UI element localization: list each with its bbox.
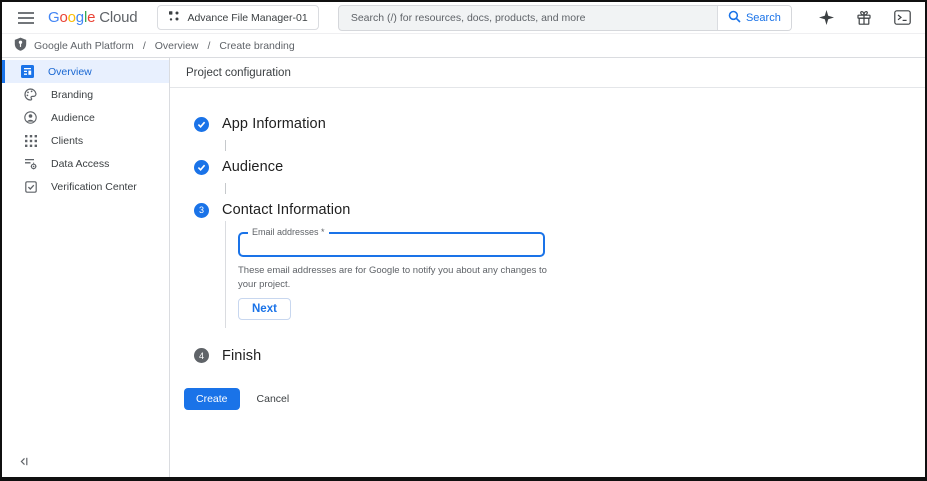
step-audience: Audience	[194, 159, 925, 175]
top-app-bar: Google Cloud Advance File Manager-01 Sea…	[2, 2, 925, 33]
breadcrumb: Google Auth Platform / Overview / Create…	[2, 33, 925, 58]
sidebar-item-label: Verification Center	[51, 180, 137, 193]
sidebar-item-verification-center[interactable]: Verification Center	[2, 175, 169, 198]
sidebar-item-clients[interactable]: Clients	[2, 129, 169, 152]
sidebar-item-label: Clients	[51, 134, 84, 147]
sidebar-item-label: Overview	[48, 65, 92, 78]
audience-person-icon	[24, 111, 37, 124]
logo-letter: G	[48, 9, 60, 26]
sidebar-item-overview[interactable]: Overview	[2, 60, 169, 83]
step-app-information: App Information	[194, 116, 925, 132]
setup-stepper: App Information Audience 3 Contact Infor…	[170, 88, 925, 364]
main-panel: Project configuration App Information Au…	[170, 58, 925, 477]
step-connector-line	[225, 140, 226, 151]
project-selector-label: Advance File Manager-01	[187, 11, 308, 24]
google-cloud-console-window: Google Cloud Advance File Manager-01 Sea…	[0, 0, 927, 481]
step-title: Finish	[222, 347, 262, 364]
sidebar-item-label: Audience	[51, 111, 95, 124]
project-configuration-content: App Information Audience 3 Contact Infor…	[170, 88, 925, 477]
page-title: Project configuration	[186, 66, 291, 79]
search-icon	[728, 10, 741, 26]
breadcrumb-separator: /	[142, 39, 146, 52]
step-title: Contact Information	[222, 202, 351, 218]
create-button[interactable]: Create	[184, 387, 240, 410]
breadcrumb-item-create-branding[interactable]: Create branding	[219, 40, 294, 52]
auth-platform-shield-icon	[14, 37, 27, 54]
breadcrumb-item-overview[interactable]: Overview	[155, 40, 199, 52]
gemini-sparkle-icon[interactable]	[818, 10, 834, 25]
step-finish: 4 Finish	[194, 348, 925, 364]
sidebar-item-label: Branding	[51, 88, 94, 101]
email-helper-text: These email addresses are for Google to …	[238, 265, 547, 290]
step-title: App Information	[222, 116, 326, 132]
search-button-label: Search	[745, 11, 781, 24]
global-search: Search	[337, 4, 792, 31]
email-addresses-field: Email addresses *	[238, 227, 545, 257]
hamburger-menu-icon[interactable]	[14, 6, 38, 30]
sidebar-item-data-access[interactable]: Data Access	[2, 152, 169, 175]
project-selector-button[interactable]: Advance File Manager-01	[157, 5, 319, 30]
left-nav-sidebar: Overview Branding Audience Clients Data …	[2, 58, 170, 477]
step-complete-check-icon	[194, 116, 209, 132]
sidebar-item-label: Data Access	[51, 157, 110, 170]
page-title-bar: Project configuration	[170, 58, 925, 88]
contact-information-form: Email addresses * These email addresses …	[225, 221, 925, 328]
email-addresses-input[interactable]	[240, 234, 543, 255]
logo-letter: o	[59, 9, 68, 26]
verification-center-icon	[24, 180, 37, 193]
clients-grid-icon	[24, 134, 37, 147]
step-connector-line	[225, 183, 226, 194]
logo-letter: g	[75, 9, 84, 26]
overview-dashboard-icon	[21, 65, 34, 78]
logo-letter: e	[87, 9, 96, 26]
project-icon	[168, 10, 180, 25]
data-access-icon	[24, 157, 37, 170]
collapse-sidebar-button[interactable]	[18, 456, 30, 467]
next-button[interactable]: Next	[238, 297, 291, 320]
logo-cloud-text: Cloud	[99, 9, 138, 26]
topbar-utility-icons	[818, 10, 911, 26]
search-button[interactable]: Search	[716, 5, 791, 30]
step-contact-information: 3 Contact Information	[194, 202, 925, 218]
sidebar-item-branding[interactable]: Branding	[2, 83, 169, 106]
branding-palette-icon	[24, 88, 37, 101]
breadcrumb-item-auth-platform[interactable]: Google Auth Platform	[34, 40, 134, 52]
cancel-button[interactable]: Cancel	[257, 393, 290, 405]
step-title: Audience	[222, 159, 284, 175]
sidebar-item-audience[interactable]: Audience	[2, 106, 169, 129]
gift-icon[interactable]	[856, 10, 872, 26]
form-actions: Create Cancel	[184, 387, 925, 410]
breadcrumb-separator: /	[207, 39, 211, 52]
logo-letter: o	[67, 9, 76, 26]
step-number-badge: 3	[194, 202, 209, 218]
google-cloud-logo: Google Cloud	[48, 9, 138, 26]
cloud-shell-icon[interactable]	[894, 10, 911, 25]
step-complete-check-icon	[194, 159, 209, 175]
search-input[interactable]	[338, 5, 717, 30]
step-number-badge: 4	[194, 348, 209, 364]
